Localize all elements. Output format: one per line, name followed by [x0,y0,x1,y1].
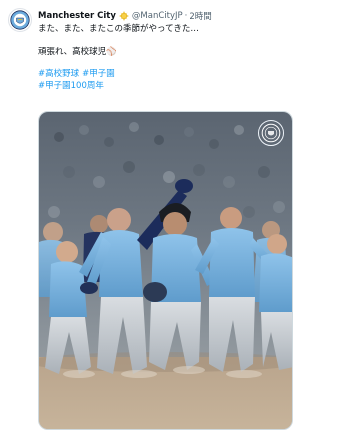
hashtag-row: #甲子園100周年 [38,81,348,93]
author-handle[interactable]: @ManCityJP [132,11,183,21]
tweet-timestamp[interactable]: 2時間 [189,10,211,22]
tweet-text: また、また、またこの季節がやってきた… 頑張れ、高校球児⚾ #高校野球 #甲子園 … [38,24,348,92]
hashtag-link[interactable]: #甲子園 [82,69,115,79]
tweet-text-line: また、また、またこの季節がやってきた… [38,24,199,34]
tweet-image[interactable] [38,111,293,430]
header-separator: · [184,11,188,21]
author-display-name[interactable]: Manchester City [38,11,116,21]
tweet-card[interactable]: Manchester City @ManCityJP · 2時間 また、また、ま… [0,0,358,432]
tweet-text-line: 頑張れ、高校球児⚾ [38,46,117,57]
verified-badge-icon [118,11,129,21]
players-celebrating-illustration [39,112,292,429]
man-city-crest-icon [261,123,281,143]
image-crest-badge [258,120,284,146]
tweet-header: Manchester City @ManCityJP · 2時間 [38,8,350,24]
author-avatar[interactable] [8,8,32,32]
man-city-crest-icon [10,10,30,30]
hashtag-row: #高校野球 #甲子園 [38,69,348,81]
hashtag-link[interactable]: #甲子園100周年 [38,81,104,91]
hashtag-link[interactable]: #高校野球 [38,69,79,79]
